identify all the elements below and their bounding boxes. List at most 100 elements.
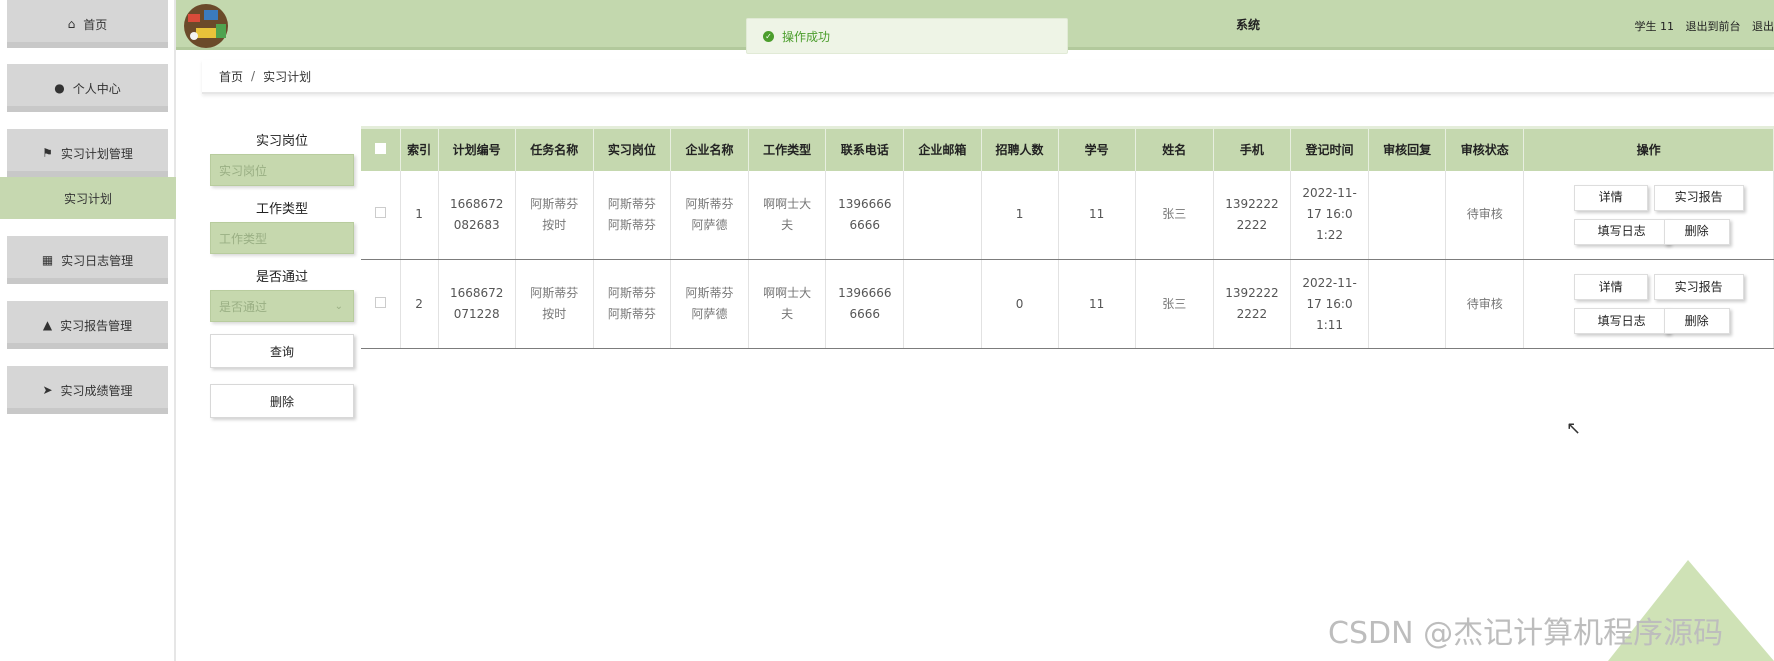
table-row: 2 1668672071228 阿斯蒂芬按时 阿斯蒂芬阿斯蒂芬 阿斯蒂芬阿萨德 …	[361, 259, 1774, 349]
phone-cell: 13966666666	[825, 170, 905, 260]
task-cell: 阿斯蒂芬按时	[515, 170, 594, 260]
column-header: 操作	[1523, 126, 1774, 171]
header-user-area: 学生 11 退出到前台 退出	[1627, 18, 1774, 34]
sidebar-item-plan-management[interactable]: ⚑ 实习计划管理	[7, 129, 168, 177]
success-toast: ✓ 操作成功	[746, 18, 1068, 54]
hire-count-cell: 0	[981, 259, 1059, 349]
index-cell: 2	[400, 259, 439, 349]
mouse-cursor-icon: ↖	[1566, 418, 1582, 439]
row-checkbox[interactable]	[374, 296, 386, 308]
logo-icon	[184, 4, 228, 48]
worktype-input[interactable]: 工作类型	[210, 222, 354, 254]
write-log-button[interactable]: 填写日志	[1573, 218, 1670, 245]
watermark: CSDN @杰记计算机程序源码	[1328, 616, 1724, 651]
detail-button[interactable]: 详情	[1573, 184, 1648, 211]
sidebar-item-label: 实习日志管理	[61, 253, 134, 268]
status-cell: 待审核	[1445, 170, 1525, 260]
plan-table: 索引 计划编号 任务名称 实习岗位 企业名称 工作类型 联系电话 企业邮箱 招聘…	[361, 126, 1774, 349]
logout-link[interactable]: 退出	[1752, 20, 1774, 33]
sidebar-item-label: 实习报告管理	[60, 318, 133, 333]
search-button[interactable]: 查询	[210, 334, 354, 368]
column-header: 任务名称	[515, 126, 594, 171]
passed-label: 是否通过	[255, 270, 308, 285]
email-cell	[903, 259, 982, 349]
write-log-button[interactable]: 填写日志	[1573, 308, 1670, 334]
phone-cell: 13966666666	[825, 259, 905, 349]
breadcrumb-current: 实习计划	[263, 69, 312, 84]
column-header: 审核回复	[1368, 126, 1447, 171]
check-icon: ✓	[763, 30, 774, 42]
post-input[interactable]: 实习岗位	[210, 154, 354, 186]
table-row: 1 1668672082683 阿斯蒂芬按时 阿斯蒂芬阿斯蒂芬 阿斯蒂芬阿萨德 …	[361, 170, 1774, 260]
chevron-down-icon: ⌄	[334, 300, 343, 312]
reg-time-cell: 2022-11-17 16:01:11	[1290, 259, 1370, 349]
column-header: 招聘人数	[981, 126, 1059, 171]
row-checkbox[interactable]	[374, 207, 386, 219]
row-delete-button[interactable]: 删除	[1663, 308, 1730, 334]
work-type-cell: 啊啊士大夫	[748, 170, 827, 260]
column-header: 计划编号	[438, 126, 516, 171]
select-all-cell	[361, 126, 401, 171]
user-icon: ●	[54, 81, 65, 95]
row-select-cell	[361, 170, 401, 260]
column-header: 联系电话	[825, 126, 905, 171]
post-label: 实习岗位	[255, 134, 308, 149]
sidebar-item-plan[interactable]: 实习计划	[0, 177, 176, 219]
actions-cell: 详情 实习报告 填写日志 删除	[1523, 170, 1774, 260]
toast-message: 操作成功	[782, 29, 831, 44]
column-header: 企业名称	[670, 126, 750, 171]
reply-cell	[1368, 170, 1447, 260]
breadcrumb-home[interactable]: 首页	[219, 68, 243, 85]
row-select-cell	[361, 259, 401, 349]
column-header: 索引	[400, 126, 439, 171]
reply-cell	[1368, 259, 1447, 349]
username: 学生 11	[1634, 20, 1675, 33]
column-header: 学号	[1058, 126, 1136, 171]
sidebar-item-label: 首页	[83, 17, 108, 32]
index-cell: 1	[400, 170, 439, 260]
report-button[interactable]: 实习报告	[1653, 184, 1744, 211]
company-cell: 阿斯蒂芬阿萨德	[670, 170, 750, 260]
delete-button[interactable]: 删除	[210, 384, 354, 418]
mobile-cell: 13922222222	[1213, 170, 1292, 260]
person-icon: ▲	[42, 318, 53, 332]
plan-no-cell: 1668672071228	[438, 259, 516, 349]
reg-time-cell: 2022-11-17 16:01:22	[1290, 170, 1370, 260]
breadcrumb: 首页 / 实习计划	[202, 60, 1774, 94]
column-header: 登记时间	[1290, 126, 1370, 171]
sidebar-item-home[interactable]: ⌂ 首页	[7, 0, 168, 48]
post-cell: 阿斯蒂芬阿斯蒂芬	[593, 170, 672, 260]
column-header: 实习岗位	[593, 126, 672, 171]
student-no-cell: 11	[1058, 259, 1136, 349]
select-all-checkbox[interactable]	[374, 142, 386, 154]
detail-button[interactable]: 详情	[1573, 274, 1648, 300]
passed-placeholder: 是否通过	[219, 299, 268, 314]
row-delete-button[interactable]: 删除	[1663, 218, 1730, 245]
mobile-cell: 13922222222	[1213, 259, 1292, 349]
report-button[interactable]: 实习报告	[1653, 274, 1744, 300]
exit-to-front-link[interactable]: 退出到前台	[1686, 20, 1741, 33]
worktype-label: 工作类型	[255, 202, 308, 217]
email-cell	[903, 170, 982, 260]
search-form: 实习岗位 实习岗位 工作类型 工作类型 是否通过 是否通过 ⌄ 查询 删除	[210, 130, 354, 418]
column-header: 工作类型	[748, 126, 827, 171]
table-header-row: 索引 计划编号 任务名称 实习岗位 企业名称 工作类型 联系电话 企业邮箱 招聘…	[361, 126, 1774, 171]
sidebar-item-log-management[interactable]: ▦ 实习日志管理	[7, 236, 168, 284]
post-placeholder: 实习岗位	[219, 163, 268, 178]
grid-icon: ▦	[41, 253, 54, 267]
plan-no-cell: 1668672082683	[438, 170, 516, 260]
student-no-cell: 11	[1058, 170, 1136, 260]
breadcrumb-separator: /	[251, 69, 256, 83]
sidebar-item-label: 实习计划	[63, 191, 112, 206]
sidebar-item-score-management[interactable]: ➤ 实习成绩管理	[7, 366, 168, 414]
sidebar-item-label: 实习计划管理	[60, 146, 133, 161]
name-cell: 张三	[1135, 170, 1214, 260]
post-cell: 阿斯蒂芬阿斯蒂芬	[593, 259, 672, 349]
sidebar-item-report-management[interactable]: ▲ 实习报告管理	[7, 301, 168, 349]
hire-count-cell: 1	[981, 170, 1059, 260]
sidebar-item-profile[interactable]: ● 个人中心	[7, 64, 168, 112]
passed-select[interactable]: 是否通过 ⌄	[210, 290, 354, 322]
column-header: 审核状态	[1445, 126, 1525, 171]
worktype-placeholder: 工作类型	[219, 231, 268, 246]
home-icon: ⌂	[67, 17, 76, 31]
